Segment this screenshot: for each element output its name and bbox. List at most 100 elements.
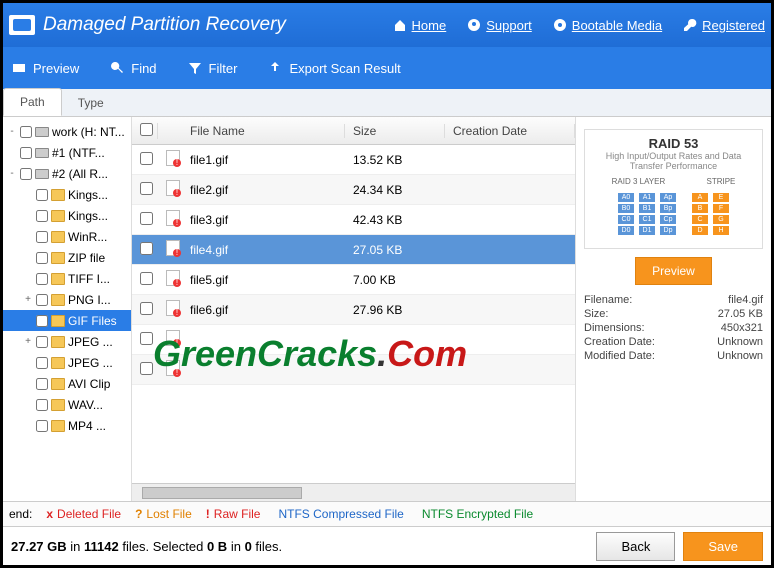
file-icon [166,210,180,226]
tree-checkbox[interactable] [36,273,48,285]
file-name: file4.gif [182,243,345,257]
tree-node[interactable]: +JPEG ... [3,331,131,352]
toolbar-filter[interactable]: Filter [187,60,238,76]
save-button[interactable]: Save [683,532,763,561]
app-icon [9,15,35,35]
tree-checkbox[interactable] [36,378,48,390]
tree-label: JPEG ... [68,335,113,349]
meta-row: Dimensions:450x321 [584,321,763,335]
header-link-support[interactable]: Support [466,17,532,33]
tree-node[interactable]: WinR... [3,226,131,247]
file-row[interactable]: file3.gif42.43 KB [132,205,575,235]
file-checkbox[interactable] [140,242,153,255]
folder-icon [51,231,65,243]
file-row[interactable]: file6.gif27.96 KB [132,295,575,325]
file-checkbox[interactable] [140,272,153,285]
header-link-disc[interactable]: Bootable Media [552,17,662,33]
folder-tree[interactable]: -work (H: NT...#1 (NTF...-#2 (All R...Ki… [3,117,131,501]
tree-label: WinR... [68,230,107,244]
tree-label: MP4 ... [68,419,106,433]
file-row[interactable] [132,325,575,355]
toolbar: Preview Find Filter Export Scan Result [3,47,771,89]
tree-node[interactable]: MP4 ... [3,415,131,436]
column-size[interactable]: Size [345,124,445,138]
tree-checkbox[interactable] [20,147,32,159]
tree-node[interactable]: Kings... [3,205,131,226]
file-size: 7.00 KB [345,273,445,287]
toolbar-find[interactable]: Find [109,60,156,76]
tree-node[interactable]: GIF Files [3,310,131,331]
file-row[interactable]: file1.gif13.52 KB [132,145,575,175]
file-size: 27.05 KB [345,243,445,257]
tree-node[interactable]: TIFF I... [3,268,131,289]
file-checkbox[interactable] [140,332,153,345]
folder-icon [51,420,65,432]
tab-type[interactable]: Type [62,90,120,116]
file-row[interactable]: file2.gif24.34 KB [132,175,575,205]
disk-icon [35,169,49,179]
tree-checkbox[interactable] [36,294,48,306]
header-link-home[interactable]: Home [392,17,447,33]
file-row[interactable]: file5.gif7.00 KB [132,265,575,295]
file-icon [166,330,180,346]
tree-checkbox[interactable] [36,231,48,243]
tree-checkbox[interactable] [36,252,48,264]
legend-item: !Raw File [206,507,261,521]
legend-bar: end:xDeleted File?Lost File!Raw FileNTFS… [3,501,771,527]
file-checkbox[interactable] [140,362,153,375]
tree-label: GIF Files [68,314,117,328]
file-checkbox[interactable] [140,152,153,165]
tree-checkbox[interactable] [36,315,48,327]
header-link-key[interactable]: Registered [682,17,765,33]
app-title: Damaged Partition Recovery [43,14,286,36]
file-name: file5.gif [182,273,345,287]
column-filename[interactable]: File Name [182,124,345,138]
preview-button[interactable]: Preview [635,257,712,285]
file-checkbox[interactable] [140,302,153,315]
tree-checkbox[interactable] [36,189,48,201]
file-row[interactable]: file4.gif27.05 KB [132,235,575,265]
file-icon [166,300,180,316]
tree-node[interactable]: JPEG ... [3,352,131,373]
back-button[interactable]: Back [596,532,675,561]
tree-node[interactable]: AVI Clip [3,373,131,394]
tree-checkbox[interactable] [20,168,32,180]
legend-item: NTFS Encrypted File [418,507,533,521]
tree-node[interactable]: -work (H: NT... [3,121,131,142]
file-size: 27.96 KB [345,303,445,317]
tabs: Path Type [3,89,771,117]
folder-icon [51,336,65,348]
tree-checkbox[interactable] [36,336,48,348]
tree-label: JPEG ... [68,356,113,370]
horizontal-scrollbar[interactable] [132,483,575,501]
tree-node[interactable]: +PNG I... [3,289,131,310]
tree-node[interactable]: #1 (NTF... [3,142,131,163]
tree-node[interactable]: ZIP file [3,247,131,268]
meta-row: Size:27.05 KB [584,307,763,321]
preview-panel: RAID 53 High Input/Output Rates and Data… [576,117,771,501]
toolbar-export[interactable]: Export Scan Result [267,60,400,76]
tree-node[interactable]: -#2 (All R... [3,163,131,184]
toolbar-preview[interactable]: Preview [11,60,79,76]
file-row[interactable] [132,355,575,385]
tree-node[interactable]: Kings... [3,184,131,205]
file-checkbox[interactable] [140,212,153,225]
tree-checkbox[interactable] [36,420,48,432]
tree-node[interactable]: WAV... [3,394,131,415]
folder-icon [51,378,65,390]
tree-checkbox[interactable] [36,357,48,369]
legend-item: ?Lost File [135,507,192,521]
column-date[interactable]: Creation Date [445,124,575,138]
select-all-checkbox[interactable] [140,123,153,136]
file-name: file6.gif [182,303,345,317]
file-checkbox[interactable] [140,182,153,195]
tree-checkbox[interactable] [36,399,48,411]
tree-checkbox[interactable] [36,210,48,222]
tree-checkbox[interactable] [20,126,32,138]
tab-path[interactable]: Path [3,88,62,116]
legend-item: xDeleted File [46,507,121,521]
status-bar: 27.27 GB in 11142 files. Selected 0 B in… [3,527,771,565]
folder-icon [51,252,65,264]
meta-row: Creation Date:Unknown [584,335,763,349]
file-icon [166,150,180,166]
